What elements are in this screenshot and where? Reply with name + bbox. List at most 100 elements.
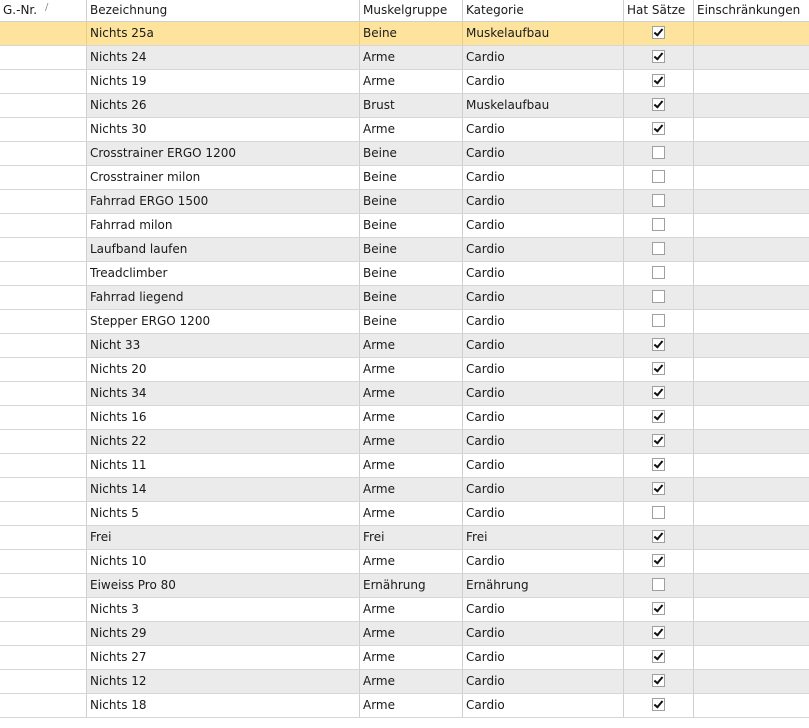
table-row[interactable]: Nichts 30 Arme Cardio [0, 118, 809, 142]
hat-saetze-checkbox[interactable] [652, 626, 665, 639]
hat-saetze-checkbox[interactable] [652, 434, 665, 447]
hat-saetze-checkbox[interactable] [652, 458, 665, 471]
cell-hat-saetze [624, 598, 694, 621]
table-row[interactable]: Stepper ERGO 1200 Beine Cardio [0, 310, 809, 334]
cell-muskelgruppe: Ernährung [360, 574, 463, 597]
cell-nr [0, 358, 87, 381]
hat-saetze-checkbox[interactable] [652, 410, 665, 423]
cell-hat-saetze [624, 694, 694, 717]
table-row[interactable]: Nichts 11 Arme Cardio [0, 454, 809, 478]
cell-bezeichnung: Crosstrainer ERGO 1200 [87, 142, 360, 165]
hat-saetze-checkbox[interactable] [652, 698, 665, 711]
table-row[interactable]: Fahrrad ERGO 1500 Beine Cardio [0, 190, 809, 214]
cell-hat-saetze [624, 94, 694, 117]
cell-hat-saetze [624, 574, 694, 597]
cell-bezeichnung: Nichts 19 [87, 70, 360, 93]
table-row[interactable]: Fahrrad milon Beine Cardio [0, 214, 809, 238]
cell-nr [0, 262, 87, 285]
hat-saetze-checkbox[interactable] [652, 50, 665, 63]
table-row[interactable]: Nichts 5 Arme Cardio [0, 502, 809, 526]
cell-einschraenkungen [694, 334, 809, 357]
cell-nr [0, 694, 87, 717]
table-row[interactable]: Nichts 18 Arme Cardio [0, 694, 809, 718]
table-row[interactable]: Nichts 12 Arme Cardio [0, 670, 809, 694]
hat-saetze-checkbox[interactable] [652, 314, 665, 327]
cell-bezeichnung: Fahrrad milon [87, 214, 360, 237]
cell-einschraenkungen [694, 574, 809, 597]
cell-nr [0, 142, 87, 165]
cell-nr [0, 190, 87, 213]
cell-muskelgruppe: Beine [360, 190, 463, 213]
table-row[interactable]: Nichts 19 Arme Cardio [0, 70, 809, 94]
cell-bezeichnung: Treadclimber [87, 262, 360, 285]
table-row[interactable]: Nichts 29 Arme Cardio [0, 622, 809, 646]
table-row[interactable]: Nichts 25a Beine Muskelaufbau [0, 22, 809, 46]
hat-saetze-checkbox[interactable] [652, 26, 665, 39]
cell-hat-saetze [624, 478, 694, 501]
hat-saetze-checkbox[interactable] [652, 74, 665, 87]
cell-kategorie: Cardio [463, 70, 624, 93]
table-row[interactable]: Nichts 24 Arme Cardio [0, 46, 809, 70]
hat-saetze-checkbox[interactable] [652, 650, 665, 663]
cell-einschraenkungen [694, 358, 809, 381]
hat-saetze-checkbox[interactable] [652, 506, 665, 519]
table-row[interactable]: Nichts 3 Arme Cardio [0, 598, 809, 622]
cell-hat-saetze [624, 22, 694, 45]
hat-saetze-checkbox[interactable] [652, 122, 665, 135]
cell-hat-saetze [624, 334, 694, 357]
hat-saetze-checkbox[interactable] [652, 338, 665, 351]
hat-saetze-checkbox[interactable] [652, 386, 665, 399]
cell-kategorie: Cardio [463, 214, 624, 237]
table-row[interactable]: Nichts 20 Arme Cardio [0, 358, 809, 382]
table-row[interactable]: Crosstrainer ERGO 1200 Beine Cardio [0, 142, 809, 166]
hat-saetze-checkbox[interactable] [652, 98, 665, 111]
hat-saetze-checkbox[interactable] [652, 194, 665, 207]
hat-saetze-checkbox[interactable] [652, 674, 665, 687]
cell-hat-saetze [624, 502, 694, 525]
hat-saetze-checkbox[interactable] [652, 290, 665, 303]
cell-nr [0, 406, 87, 429]
column-header-muskelgruppe[interactable]: Muskelgruppe [360, 0, 463, 22]
hat-saetze-checkbox[interactable] [652, 554, 665, 567]
cell-einschraenkungen [694, 22, 809, 45]
table-row[interactable]: Nichts 16 Arme Cardio [0, 406, 809, 430]
cell-einschraenkungen [694, 694, 809, 717]
table-row[interactable]: Frei Frei Frei [0, 526, 809, 550]
hat-saetze-checkbox[interactable] [652, 218, 665, 231]
hat-saetze-checkbox[interactable] [652, 602, 665, 615]
cell-kategorie: Cardio [463, 502, 624, 525]
table-row[interactable]: Nichts 14 Arme Cardio [0, 478, 809, 502]
hat-saetze-checkbox[interactable] [652, 530, 665, 543]
hat-saetze-checkbox[interactable] [652, 170, 665, 183]
hat-saetze-checkbox[interactable] [652, 482, 665, 495]
column-header-bezeichnung[interactable]: Bezeichnung [87, 0, 360, 22]
table-row[interactable]: Treadclimber Beine Cardio [0, 262, 809, 286]
column-header-einschraenkungen[interactable]: Einschränkungen [694, 0, 809, 22]
cell-nr [0, 550, 87, 573]
cell-hat-saetze [624, 142, 694, 165]
hat-saetze-checkbox[interactable] [652, 266, 665, 279]
table-row[interactable]: Nichts 34 Arme Cardio [0, 382, 809, 406]
table-row[interactable]: Laufband laufen Beine Cardio [0, 238, 809, 262]
table-row[interactable]: Nichts 27 Arme Cardio [0, 646, 809, 670]
table-row[interactable]: Nichts 10 Arme Cardio [0, 550, 809, 574]
table-row[interactable]: Nichts 26 Brust Muskelaufbau [0, 94, 809, 118]
cell-kategorie: Muskelaufbau [463, 94, 624, 117]
hat-saetze-checkbox[interactable] [652, 242, 665, 255]
cell-einschraenkungen [694, 646, 809, 669]
column-header-hat-saetze[interactable]: Hat Sätze [624, 0, 694, 22]
column-header-kategorie[interactable]: Kategorie [463, 0, 624, 22]
grid-body: Nichts 25a Beine Muskelaufbau Nichts 24 Arme… [0, 22, 809, 718]
cell-muskelgruppe: Arme [360, 622, 463, 645]
column-header-nr[interactable]: G.-Nr. / [0, 0, 87, 22]
table-row[interactable]: Nicht 33 Arme Cardio [0, 334, 809, 358]
table-row[interactable]: Nichts 22 Arme Cardio [0, 430, 809, 454]
cell-einschraenkungen [694, 478, 809, 501]
hat-saetze-checkbox[interactable] [652, 146, 665, 159]
table-row[interactable]: Eiweiss Pro 80 Ernährung Ernährung [0, 574, 809, 598]
hat-saetze-checkbox[interactable] [652, 362, 665, 375]
table-row[interactable]: Crosstrainer milon Beine Cardio [0, 166, 809, 190]
table-row[interactable]: Fahrrad liegend Beine Cardio [0, 286, 809, 310]
hat-saetze-checkbox[interactable] [652, 578, 665, 591]
cell-muskelgruppe: Arme [360, 646, 463, 669]
